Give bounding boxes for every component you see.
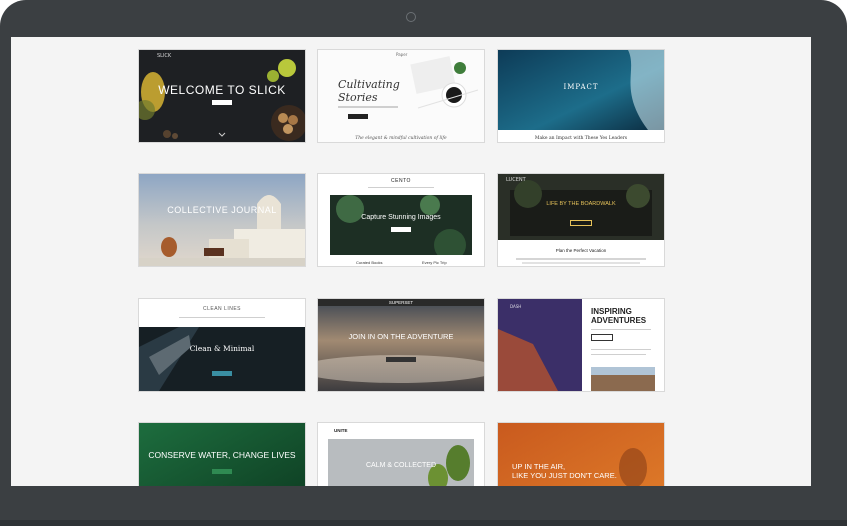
impact-headline: IMPACT: [563, 83, 599, 91]
impact-footer: Make an Impact with These Yes Leaders: [534, 136, 628, 141]
cento-cta[interactable]: [391, 227, 411, 232]
template-card-conserve[interactable]: CONSERVE WATER, CHANGE LIVES: [139, 423, 305, 486]
dash-cta[interactable]: [591, 334, 613, 341]
lucent-cta[interactable]: [570, 220, 592, 226]
template-card-journal[interactable]: COLLECTIVE JOURNAL: [139, 174, 305, 266]
paper-cta[interactable]: [348, 114, 368, 119]
cento-hero-image: [330, 195, 472, 255]
paper-headline-1: Cultivating: [338, 78, 400, 91]
lucent-subhead: Plan the Perfect Vacation: [555, 248, 607, 253]
template-card-lucent[interactable]: LUCENT LIFE BY THE BOARDWALK Plan the Pe…: [498, 174, 664, 266]
dash-hero-image: [498, 299, 664, 391]
air-headline-2: LIKE YOU JUST DON'T CARE.: [512, 471, 617, 480]
superset-hero-image: [318, 299, 484, 391]
cento-footer-left: Curated Books: [356, 260, 383, 265]
journal-headline: COLLECTIVE JOURNAL: [167, 205, 277, 215]
paper-headline-2: Stories: [338, 91, 378, 104]
impact-hero-image: [498, 50, 664, 142]
template-card-superset[interactable]: SUPERSET JOIN IN ON THE ADVENTURE: [318, 299, 484, 391]
dash-headline-2: ADVENTURES: [591, 316, 647, 325]
clean-cta[interactable]: [212, 371, 232, 376]
camera-icon: [406, 12, 416, 22]
conserve-headline: CONSERVE WATER, CHANGE LIVES: [148, 450, 296, 460]
template-card-dash[interactable]: DASH INSPIRING ADVENTURES: [498, 299, 664, 391]
slick-cta[interactable]: [212, 100, 232, 105]
lucent-headline: LIFE BY THE BOARDWALK: [546, 201, 616, 207]
clean-logo: CLEAN LINES: [202, 306, 241, 312]
unite-headline: CALM & COLLECTED: [365, 462, 437, 469]
superset-cta[interactable]: [386, 357, 416, 362]
laptop-frame: SLICK WELCOME TO SLICK Paper Cultivating…: [0, 0, 847, 526]
paper-logo: Paper: [396, 52, 408, 57]
template-card-slick[interactable]: SLICK WELCOME TO SLICK: [139, 50, 305, 142]
template-card-cento[interactable]: CENTO Capture Stunning Images Curated Bo…: [318, 174, 484, 266]
air-headline-1: UP IN THE AIR,: [512, 462, 566, 471]
cento-logo: CENTO: [391, 178, 411, 184]
template-card-air[interactable]: UP IN THE AIR, LIKE YOU JUST DON'T CARE.: [498, 423, 664, 486]
template-card-impact[interactable]: IMPACT Make an Impact with These Yes Lea…: [498, 50, 664, 142]
clean-headline: Clean & Minimal: [189, 344, 255, 353]
conserve-cta[interactable]: [212, 469, 232, 474]
slick-headline: WELCOME TO SLICK: [158, 83, 286, 97]
superset-logo: SUPERSET: [388, 300, 414, 305]
template-gallery[interactable]: SLICK WELCOME TO SLICK Paper Cultivating…: [11, 37, 811, 486]
clean-hero-image: [139, 327, 305, 391]
cento-headline: Capture Stunning Images: [361, 214, 441, 221]
slick-logo: SLICK: [157, 53, 172, 59]
unite-logo: UNITE: [334, 428, 348, 433]
template-card-paper[interactable]: Paper Cultivating Stories The elegant & …: [318, 50, 484, 142]
template-card-unite[interactable]: UNITE CALM & COLLECTED: [318, 423, 484, 486]
template-card-clean[interactable]: CLEAN LINES Clean & Minimal: [139, 299, 305, 391]
superset-headline: JOIN IN ON THE ADVENTURE: [348, 332, 454, 341]
lucent-logo: LUCENT: [506, 177, 526, 183]
dash-logo: DASH: [510, 304, 522, 309]
paper-footer: The elegant & mindful cultivation of lif…: [355, 136, 447, 141]
cento-footer-right: Every Pic Trip: [422, 260, 447, 265]
dash-headline-1: INSPIRING: [591, 307, 632, 316]
journal-hero-image: [139, 174, 305, 266]
